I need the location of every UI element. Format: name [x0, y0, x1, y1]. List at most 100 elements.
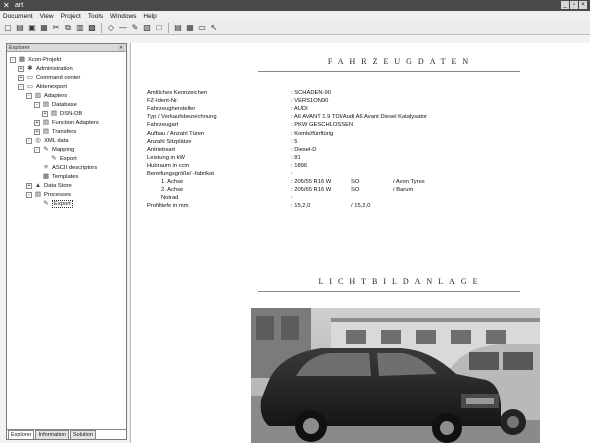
tree-item[interactable]: ✎ Export	[7, 199, 126, 208]
expander-icon[interactable]: -	[26, 137, 32, 144]
close-icon[interactable]: ×	[579, 1, 587, 9]
expander-icon[interactable]: +	[42, 110, 48, 117]
tab-information[interactable]: Information	[35, 430, 69, 439]
expander-icon[interactable]: -	[34, 101, 40, 108]
field-value: : AUDI	[291, 106, 308, 113]
section-heading-photos: LICHTBILDANLAGE	[318, 277, 484, 286]
tree-item[interactable]: - ✎ Mapping	[7, 145, 126, 154]
open-icon[interactable]: ▤	[15, 23, 25, 33]
tree-item-label: ASCII descriptors	[52, 164, 98, 171]
tire-size: : 205/65 R16 W	[291, 187, 332, 194]
pointer-icon[interactable]: ↖	[209, 23, 219, 33]
close-icon[interactable]: ×	[118, 44, 124, 51]
tree-item[interactable]: + ▤ DSN-DB	[7, 109, 126, 118]
tab-solution[interactable]: Solution	[70, 430, 96, 439]
field-label: Aufbau / Anzahl Türen	[147, 130, 205, 137]
menu-tools[interactable]: Tools	[88, 13, 103, 20]
field-value: : PKW GESCHLOSSEN	[291, 122, 354, 129]
expander-icon[interactable]: -	[26, 191, 32, 198]
tire-size: :	[291, 195, 293, 202]
xml-icon: ◎	[35, 137, 41, 144]
expander-icon[interactable]: +	[18, 74, 24, 81]
explorer-title: Explorer	[9, 44, 30, 51]
tree-item[interactable]: - ▭ Aktenexport	[7, 82, 126, 91]
function-icon: ▤	[42, 119, 50, 126]
menu-project[interactable]: Project	[61, 13, 81, 20]
tree-item[interactable]: + ✱ Administration	[7, 64, 126, 73]
new-icon[interactable]: ▢	[3, 23, 13, 33]
field-value: : 5	[291, 138, 298, 145]
mapping-icon: ✎	[43, 146, 49, 153]
tree-item-label: DSN-DB	[60, 110, 83, 117]
tire-code: SO	[351, 187, 360, 194]
menu-document[interactable]: Document	[3, 13, 33, 20]
maximize-icon[interactable]: ▫	[570, 1, 578, 9]
tree-item[interactable]: ▦ Templates	[7, 172, 126, 181]
tree-item[interactable]: ✎ Export	[7, 154, 126, 163]
expander-icon[interactable]: +	[34, 119, 40, 126]
tree-item-label: Mapping	[52, 146, 75, 153]
menu-help[interactable]: Help	[143, 13, 156, 20]
tab-explorer[interactable]: Explorer	[8, 430, 35, 439]
toolbar-separator	[168, 22, 169, 33]
car-photo-image	[251, 308, 540, 443]
tire-brand: / Barum	[393, 187, 414, 194]
tree-item[interactable]: - ◎ XML data	[7, 136, 126, 145]
expander-icon[interactable]: -	[26, 92, 32, 99]
grid-icon[interactable]: ▦	[185, 23, 195, 33]
diamond-icon[interactable]: ◇	[106, 23, 116, 33]
tree-item[interactable]: - ▤ Processes	[7, 190, 126, 199]
save-as-icon[interactable]: ▦	[39, 23, 49, 33]
layout-icon[interactable]: ▤	[173, 23, 183, 33]
save-icon[interactable]: ▣	[27, 23, 37, 33]
document-view: FAHRZEUGDATEN Amtliches Kennzeichen: SCH…	[130, 43, 590, 443]
tree-item[interactable]: - ▥ Adapters	[7, 91, 126, 100]
expander-icon[interactable]: -	[18, 83, 24, 90]
field-label: Fahrzeugart	[147, 122, 179, 129]
tire-code: SO	[351, 179, 360, 186]
minus-icon[interactable]: —	[118, 23, 128, 33]
copy-icon[interactable]: ⧉	[63, 23, 73, 33]
menu-windows[interactable]: Windows	[110, 13, 136, 20]
explorer-header: Explorer ×	[7, 44, 126, 52]
print-icon[interactable]: ▩	[87, 23, 97, 33]
command-icon: ▭	[26, 74, 34, 81]
tree-item[interactable]: ≡ ASCII descriptors	[7, 163, 126, 172]
tire-axle-label: 1. Achse	[161, 179, 184, 186]
tree-item-label: Xcon-Projekt	[28, 56, 62, 63]
field-label: FZ-Ident-Nr.	[147, 98, 179, 105]
field-value: / 15,2,0	[351, 203, 371, 210]
preview-icon[interactable]: ▧	[142, 23, 152, 33]
toolbar-separator	[101, 22, 102, 33]
tree-item-label: Data Store	[44, 182, 72, 189]
tree-item[interactable]: + ▤ Function Adapters	[7, 118, 126, 127]
field-value: : A6 AVANT 1.9 TDI/Audi A6 Avant Diesel …	[291, 114, 428, 121]
cut-icon[interactable]: ✂	[51, 23, 61, 33]
frame-icon[interactable]: □	[154, 23, 164, 33]
db-icon: ▤	[50, 110, 58, 117]
tree-item[interactable]: + ▲ Data Store	[7, 181, 126, 190]
tree-item[interactable]: - ▤ Database	[7, 100, 126, 109]
minimize-icon[interactable]: _	[561, 1, 569, 9]
expander-icon[interactable]: +	[34, 128, 40, 135]
window-icon[interactable]: ▭	[197, 23, 207, 33]
edit-icon[interactable]: ✎	[130, 23, 140, 33]
tree-item[interactable]: - ▦ Xcon-Projekt	[7, 55, 126, 64]
tire-brand: / Avon Tyres	[393, 179, 425, 186]
tree-item-label: XML data	[44, 137, 69, 144]
expander-icon[interactable]: +	[18, 65, 24, 72]
field-label: Leistung in kW	[147, 154, 186, 161]
tree-item[interactable]: + ▤ Transfers	[7, 127, 126, 136]
tree-item-label: Aktenexport	[36, 83, 67, 90]
explorer-panel: Explorer × - ▦ Xcon-Projekt + ✱ Administratio…	[6, 43, 127, 440]
project-tree: - ▦ Xcon-Projekt + ✱ Administration + ▭ Command …	[7, 52, 126, 208]
menu-view[interactable]: View	[40, 13, 54, 20]
tree-item[interactable]: + ▭ Command center	[7, 73, 126, 82]
expander-icon[interactable]: -	[34, 146, 40, 153]
expander-icon[interactable]: -	[10, 56, 16, 63]
paste-icon[interactable]: ▥	[75, 23, 85, 33]
expander-icon[interactable]: +	[26, 182, 32, 189]
tree-item-label: Administration	[36, 65, 73, 72]
